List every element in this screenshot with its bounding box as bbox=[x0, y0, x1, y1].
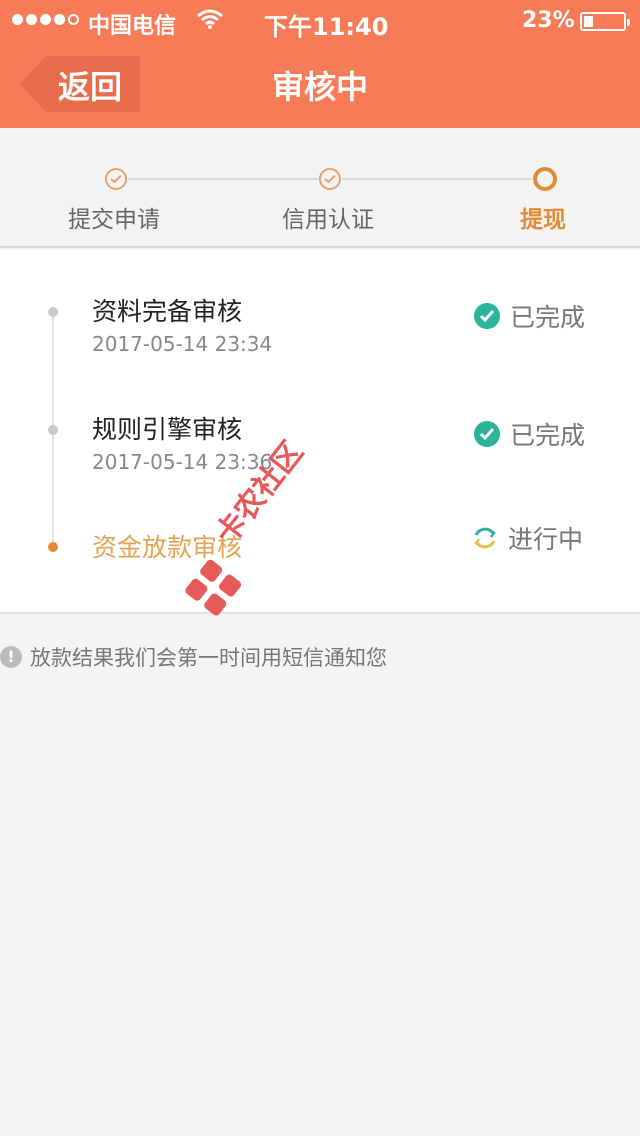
clock: 下午11:40 bbox=[264, 13, 389, 41]
step-label: 信用认证 bbox=[282, 207, 374, 233]
step-done-check-icon bbox=[319, 168, 341, 190]
timeline-dot bbox=[48, 307, 58, 317]
status-text: 进行中 bbox=[508, 525, 584, 554]
progress-stepper: 提交申请 信用认证 提现 bbox=[0, 128, 640, 248]
signal-strength-icon bbox=[12, 14, 79, 25]
info-icon: ! bbox=[0, 646, 22, 668]
battery-icon bbox=[580, 12, 630, 31]
sms-notice: ! 放款结果我们会第一时间用短信通知您 bbox=[0, 642, 387, 672]
check-icon bbox=[474, 303, 500, 329]
status-text: 已完成 bbox=[510, 303, 586, 332]
step-label: 提交申请 bbox=[68, 207, 160, 233]
carrier-name: 中国电信 bbox=[88, 14, 177, 39]
watermark-logo-icon bbox=[185, 559, 242, 616]
status-text: 已完成 bbox=[510, 421, 586, 450]
step-current-circle-icon bbox=[533, 167, 557, 191]
step-label-current: 提现 bbox=[520, 207, 566, 233]
timeline-item-time: 2017-05-14 23:34 bbox=[92, 332, 273, 356]
step-connector bbox=[342, 178, 532, 180]
step-connector bbox=[128, 178, 318, 180]
timeline-item-status: 进行中 bbox=[472, 520, 583, 556]
timeline-item-status: 已完成 bbox=[474, 416, 585, 452]
timeline-dot bbox=[48, 425, 58, 435]
timeline-item-title: 资料完备审核 bbox=[92, 297, 243, 326]
timeline-item-status: 已完成 bbox=[474, 298, 585, 334]
step-done-check-icon bbox=[105, 168, 127, 190]
notice-text: 放款结果我们会第一时间用短信通知您 bbox=[30, 646, 387, 670]
timeline-dot-current bbox=[48, 542, 58, 552]
wifi-icon bbox=[197, 9, 223, 29]
battery-percentage: 23% bbox=[522, 8, 575, 33]
refresh-icon bbox=[472, 525, 498, 551]
check-icon bbox=[474, 421, 500, 447]
page-title: 审核中 bbox=[271, 68, 368, 106]
watermark-text: 卡农社区 bbox=[208, 435, 311, 552]
status-bar: 中国电信 下午11:40 23% bbox=[0, 0, 640, 41]
header-bar: 中国电信 下午11:40 23% 返回 审核中 bbox=[0, 0, 640, 128]
